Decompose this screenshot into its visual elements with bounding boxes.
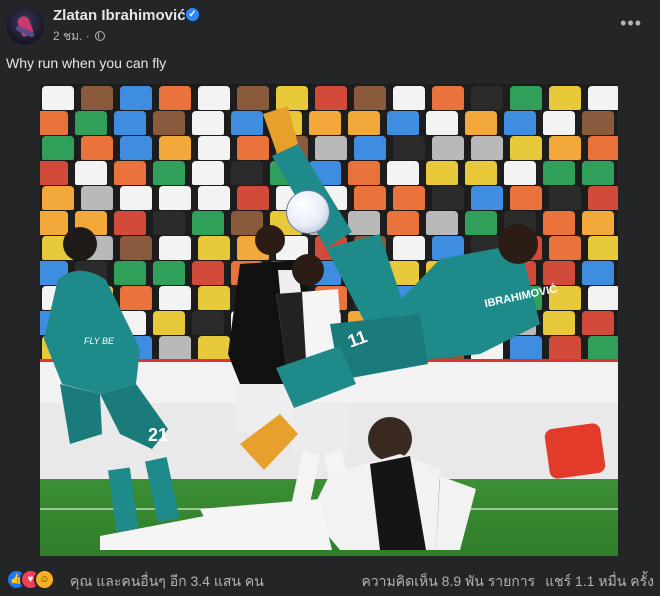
engagement-stats: ความคิดเห็น 8.9 พัน รายการ แชร์ 1.1 หมื่… xyxy=(355,571,654,593)
shares-count[interactable]: แชร์ 1.1 หมื่น ครั้ง xyxy=(545,573,654,589)
meta-separator: · xyxy=(85,29,90,43)
haha-icon[interactable]: ☺ xyxy=(34,569,55,590)
verified-badge-icon: ✓ xyxy=(186,8,199,21)
players-illustration: 21 FLY BE 11 IBRAHIMOVIĆ xyxy=(44,106,558,550)
more-options-icon[interactable]: ••• xyxy=(620,14,642,32)
author-avatar[interactable] xyxy=(6,7,44,45)
football xyxy=(286,190,330,234)
post-time[interactable]: 2 ชม. xyxy=(53,29,82,43)
svg-text:FLY BE: FLY BE xyxy=(84,336,115,346)
reactions-count[interactable]: คุณ และคนอื่นๆ อีก 3.4 แสน คน xyxy=(70,571,264,593)
post-header: Zlatan Ibrahimović ✓ 2 ชม. · ••• xyxy=(0,0,660,52)
post-meta: 2 ชม. · xyxy=(53,27,106,46)
author-name[interactable]: Zlatan Ibrahimović xyxy=(53,7,186,24)
post-photo[interactable]: 21 FLY BE 11 IBRAHIMOVIĆ xyxy=(40,84,618,556)
post-footer: 👍 ♥ ☺ คุณ และคนอื่นๆ อีก 3.4 แสน คน ความ… xyxy=(0,562,660,596)
post-caption: Why run when you can fly xyxy=(6,55,167,71)
milan-player-left: 21 FLY BE xyxy=(44,227,180,532)
jersey-number-21: 21 xyxy=(148,425,168,445)
comments-count[interactable]: ความคิดเห็น 8.9 พัน รายการ xyxy=(361,573,535,589)
globe-icon[interactable] xyxy=(95,31,106,41)
